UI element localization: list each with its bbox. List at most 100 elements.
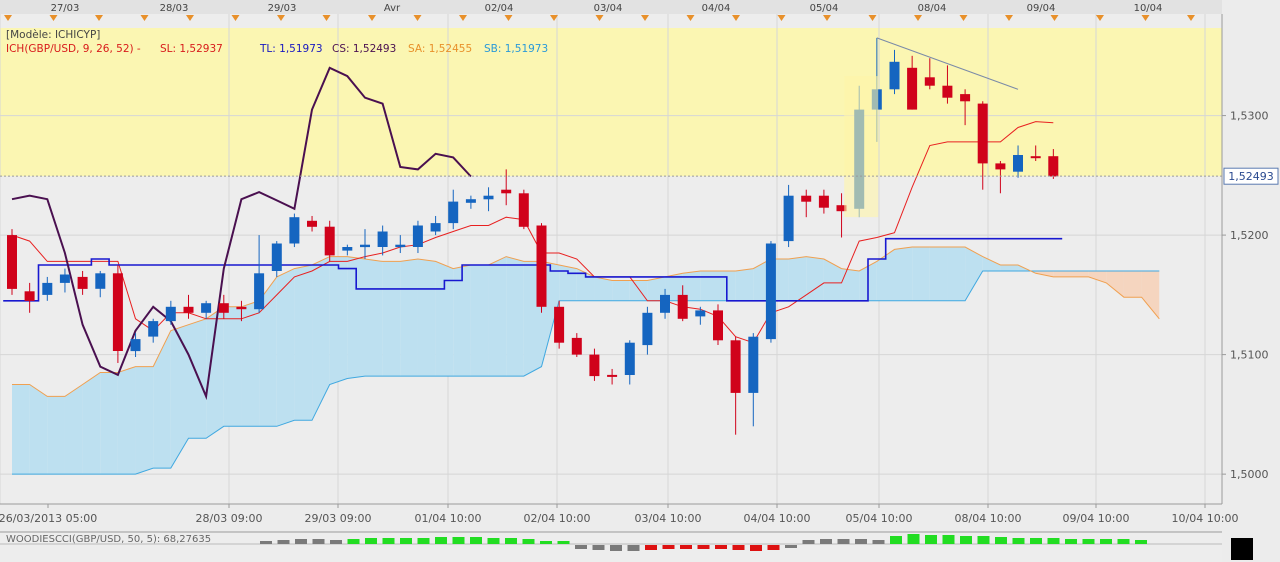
top-date-label: 03/04 — [594, 3, 623, 14]
ichimoku-legend: ICH(GBP/USD, 9, 26, 52) - SL: 1,52937 TL… — [6, 43, 548, 55]
candle-body — [730, 340, 741, 393]
top-date-label: 28/03 — [160, 3, 189, 14]
candle-body — [942, 85, 953, 98]
x-tick-label: 29/03 09:00 — [305, 512, 372, 525]
cci-bar — [1012, 538, 1025, 544]
cci-bar — [697, 545, 710, 549]
pane-handle-icon[interactable] — [1231, 538, 1253, 560]
top-date-label: 29/03 — [268, 3, 297, 14]
y-tick-label: 1,5200 — [1230, 229, 1269, 242]
cloud-segment — [100, 372, 118, 475]
candle-body — [77, 276, 88, 289]
cloud-segment — [947, 247, 966, 301]
cci-bar — [365, 538, 377, 544]
cci-bar — [1030, 538, 1042, 544]
cci-bar — [715, 545, 727, 549]
cci-bar — [767, 545, 780, 550]
cloud-segment — [400, 259, 418, 377]
cci-bar — [890, 536, 902, 544]
cci-bar — [277, 540, 290, 544]
candle-body — [130, 339, 141, 352]
candle-body — [412, 225, 423, 247]
candle-body — [165, 306, 176, 322]
x-tick-label: 02/04 10:00 — [524, 512, 591, 525]
candle-body — [977, 103, 988, 164]
cloud-segment — [894, 247, 913, 301]
cloud-segment — [841, 268, 860, 301]
cloud-segment — [117, 366, 136, 475]
candle-body — [695, 310, 706, 317]
model-label: [Modèle: ICHICYP] — [6, 29, 100, 41]
candle-body — [254, 273, 265, 310]
candle-body — [42, 282, 53, 295]
cci-bar — [662, 545, 675, 549]
legend-ich: ICH(GBP/USD, 9, 26, 52) - — [6, 43, 141, 55]
candle-body — [289, 217, 300, 244]
x-tick-label: 28/03 09:00 — [196, 512, 263, 525]
cci-bar — [732, 545, 745, 550]
cloud-segment — [417, 259, 436, 377]
candle-body — [660, 294, 670, 313]
cloud-segment — [700, 270, 718, 301]
cci-bar — [837, 539, 850, 544]
top-date-label: 02/04 — [485, 3, 514, 14]
cloud-segment — [1123, 270, 1142, 298]
cloud-segment — [488, 256, 507, 377]
indicator-label: WOODIESCCI(GBP/USD, 50, 5): 68,27635 — [6, 534, 211, 545]
cci-bar — [417, 538, 430, 544]
candle-body — [677, 294, 688, 319]
cci-bar — [855, 539, 867, 544]
cloud-segment — [365, 259, 383, 377]
cloud-segment — [47, 396, 65, 475]
cloud-segment — [912, 247, 930, 301]
candle-body — [907, 67, 918, 110]
current-price-label: 1,52493 — [1228, 170, 1274, 183]
cloud-segment — [329, 256, 348, 385]
cloud-segment — [594, 276, 613, 301]
ichimoku-chart[interactable]: 1,5300 1,5200 1,5100 1,5000 26/03/2013 05:0… — [0, 0, 1280, 562]
cloud-segment — [806, 256, 824, 301]
candle-body — [271, 243, 282, 271]
cloud-segment — [12, 384, 30, 475]
x-tick-label: 03/04 10:00 — [635, 512, 702, 525]
cci-bar — [347, 539, 360, 544]
y-tick-label: 1,5300 — [1230, 110, 1269, 123]
candle-body — [713, 310, 723, 341]
cci-bar — [960, 536, 972, 544]
cloud-segment — [612, 280, 630, 301]
candle-body — [377, 231, 388, 247]
cloud-segment — [294, 264, 313, 421]
candle-body — [201, 303, 212, 313]
candle-body — [501, 189, 512, 194]
candle-body — [483, 195, 494, 200]
legend-sa: SA: 1,52455 — [408, 43, 472, 55]
cloud-segment — [382, 261, 401, 377]
x-tick-label: 09/04 10:00 — [1063, 512, 1130, 525]
candle-body — [818, 195, 829, 208]
candle-body — [1030, 156, 1041, 159]
cci-bar — [260, 541, 272, 544]
legend-tl: TL: 1,51973 — [259, 43, 323, 55]
y-tick-label: 1,5100 — [1230, 349, 1269, 362]
cci-bar — [785, 545, 797, 548]
cci-bar — [680, 545, 692, 549]
legend-sl: SL: 1,52937 — [160, 43, 223, 55]
cci-bar — [802, 540, 815, 544]
legend-sb: SB: 1,51973 — [484, 43, 548, 55]
cci-bar — [872, 540, 885, 544]
cci-bar — [470, 537, 482, 544]
cci-bar — [977, 536, 990, 544]
cloud-segment — [788, 256, 807, 301]
cloud-segment — [241, 300, 260, 427]
x-tick-label: 05/04 10:00 — [846, 512, 913, 525]
candle-body — [59, 274, 70, 283]
top-date-label: 09/04 — [1027, 3, 1056, 14]
current-price-badge: 1,52493 — [1223, 167, 1279, 185]
y-tick-label: 1,5000 — [1230, 468, 1269, 481]
candle-body — [360, 244, 370, 248]
cloud-segment — [188, 318, 207, 439]
cci-bar — [382, 538, 395, 544]
cloud-segment — [82, 372, 101, 475]
candle-body — [995, 163, 1006, 170]
x-tick-label: 01/04 10:00 — [415, 512, 482, 525]
